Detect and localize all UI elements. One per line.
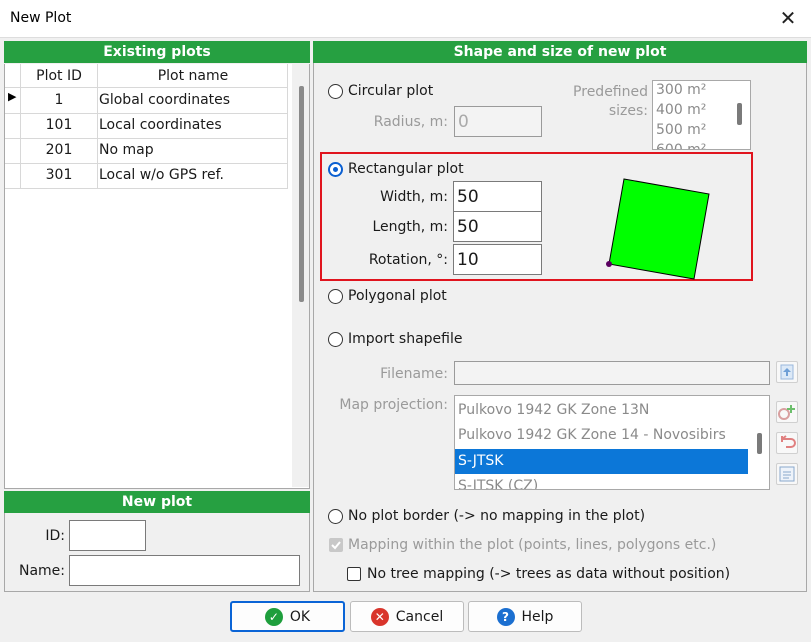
rectangular-plot-label[interactable]: Rectangular plot [348, 161, 464, 177]
scrollbar-thumb[interactable] [757, 433, 762, 454]
name-field[interactable] [69, 555, 300, 586]
predefined-sizes-label: Predefined sizes: [573, 84, 648, 119]
rectangle-origin-point [606, 261, 612, 267]
plot-name-cell: Local coordinates [99, 117, 222, 133]
id-label: ID: [45, 528, 65, 544]
filename-label: Filename: [380, 366, 448, 382]
id-field[interactable] [69, 520, 146, 551]
ok-button[interactable]: ✓ OK [230, 601, 345, 632]
polygonal-plot-label[interactable]: Polygonal plot [348, 288, 447, 304]
title-bar: New Plot ✕ [0, 0, 811, 38]
grid-line [5, 188, 288, 189]
mapping-within-label[interactable]: Mapping within the plot (points, lines, … [348, 537, 716, 553]
open-file-button[interactable] [776, 361, 798, 383]
check-icon: ✓ [264, 607, 283, 626]
new-plot-section: ID: Name: [4, 513, 310, 592]
no-plot-border-radio[interactable] [328, 509, 343, 524]
length-label: Length, m: [372, 219, 448, 235]
import-shapefile-radio[interactable] [328, 332, 343, 347]
list-icon [779, 466, 795, 482]
table-row[interactable]: 201 No map [5, 138, 288, 163]
list-item-selected[interactable]: S-JTSK [455, 449, 748, 474]
circular-plot-label[interactable]: Circular plot [348, 83, 433, 99]
plot-id-cell: 301 [45, 167, 73, 183]
close-icon[interactable]: ✕ [776, 6, 800, 30]
plot-name-cell: Local w/o GPS ref. [99, 167, 224, 183]
mapping-within-checkbox[interactable] [329, 538, 343, 552]
properties-button[interactable] [776, 463, 798, 485]
circular-plot-radio[interactable] [328, 84, 343, 99]
map-projection-list[interactable]: Pulkovo 1942 GK Zone 13N Pulkovo 1942 GK… [454, 395, 770, 490]
edit-projection-button[interactable] [776, 432, 798, 454]
cancel-button[interactable]: ✕ Cancel [350, 601, 464, 632]
import-shapefile-label[interactable]: Import shapefile [348, 331, 462, 347]
cancel-button-label: Cancel [395, 608, 444, 625]
length-field[interactable]: 50 [453, 211, 542, 242]
name-label: Name: [18, 563, 65, 579]
add-icon [778, 405, 795, 420]
plot-id-cell: 101 [45, 117, 73, 133]
table-row[interactable]: 101 Local coordinates [5, 113, 288, 138]
list-item[interactable]: S-JTSK (CZ) [455, 474, 748, 489]
rectangle-preview [606, 178, 710, 280]
plot-id-cell: 1 [54, 92, 64, 108]
existing-plots-header: Existing plots [4, 41, 310, 63]
list-item[interactable]: 600 m² [653, 140, 706, 149]
help-button[interactable]: ? Help [468, 601, 582, 632]
window-title: New Plot [10, 10, 72, 26]
width-field[interactable]: 50 [453, 181, 542, 212]
list-item[interactable]: 300 m² [653, 81, 706, 100]
add-projection-button[interactable] [776, 401, 798, 423]
rotation-label: Rotation, °: [368, 252, 448, 268]
checkmark-icon [331, 541, 341, 550]
list-item[interactable]: 400 m² [653, 100, 706, 120]
table-row[interactable]: 1 Global coordinates [5, 88, 288, 113]
no-tree-mapping-checkbox[interactable] [347, 567, 361, 581]
table-row[interactable]: 301 Local w/o GPS ref. [5, 163, 288, 188]
shape-size-header: Shape and size of new plot [313, 41, 807, 63]
new-plot-header: New plot [4, 491, 310, 513]
column-header-plot-name[interactable]: Plot name [98, 64, 288, 88]
help-icon: ? [496, 607, 515, 626]
existing-plots-table[interactable]: Plot ID Plot name ▶ 1 Global coordinates… [4, 64, 310, 489]
predefined-sizes-list[interactable]: 300 m² 400 m² 500 m² 600 m² [652, 80, 751, 150]
plot-name-cell: Global coordinates [99, 92, 231, 108]
ok-button-label: OK [289, 608, 311, 625]
filename-field[interactable] [454, 361, 770, 385]
list-item[interactable]: Pulkovo 1942 GK Zone 14 - Novosibirs [455, 423, 748, 448]
list-item[interactable]: Pulkovo 1942 GK Zone 13N [455, 398, 748, 423]
table-scrollbar[interactable] [292, 64, 309, 487]
list-item[interactable]: 500 m² [653, 120, 706, 140]
map-projection-label: Map projection: [339, 397, 448, 413]
help-button-label: Help [521, 608, 554, 625]
scrollbar-thumb[interactable] [299, 86, 304, 302]
rectangular-plot-radio[interactable] [328, 162, 343, 177]
rectangle-preview-shape [608, 178, 710, 280]
radius-field[interactable]: 0 [454, 106, 542, 137]
scrollbar-thumb[interactable] [737, 103, 742, 125]
plot-id-cell: 201 [45, 142, 73, 158]
upload-icon [780, 364, 794, 380]
no-plot-border-label[interactable]: No plot border (-> no mapping in the plo… [348, 508, 645, 524]
width-label: Width, m: [380, 189, 448, 205]
column-header-plot-id[interactable]: Plot ID [20, 64, 98, 88]
polygonal-plot-radio[interactable] [328, 289, 343, 304]
cancel-icon: ✕ [370, 607, 389, 626]
rotation-field[interactable]: 10 [453, 244, 542, 275]
refresh-icon [781, 435, 796, 448]
plot-name-cell: No map [99, 142, 154, 158]
no-tree-mapping-label[interactable]: No tree mapping (-> trees as data withou… [367, 566, 730, 582]
radius-label: Radius, m: [373, 114, 448, 130]
